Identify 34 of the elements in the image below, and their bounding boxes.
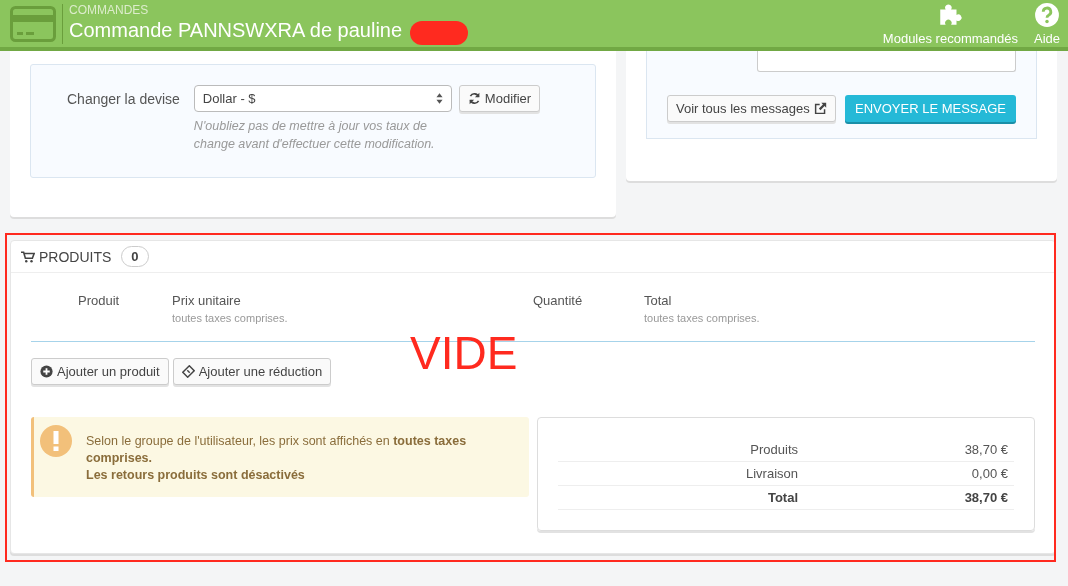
modify-button[interactable]: Modifier — [458, 85, 541, 112]
summary-label: Livraison — [744, 466, 798, 481]
select-arrows-icon — [435, 93, 443, 104]
summary-label: Total — [766, 490, 798, 505]
column-header: Produit — [78, 293, 121, 308]
cart-icon — [21, 250, 35, 263]
section-title: PRODUITS — [39, 248, 112, 265]
credit-card-icon — [10, 5, 56, 42]
column-header: Prix unitaire — [172, 293, 242, 308]
page-title: Commande PANNSWXRA de pauline — [69, 19, 403, 42]
view-messages-button[interactable]: Voir tous les messages — [667, 95, 836, 122]
summary-label: Produits — [749, 442, 798, 457]
column-note: toutes taxes comprises. — [644, 312, 760, 324]
column-note: toutes taxes comprises. — [172, 312, 289, 324]
warning-icon — [40, 425, 72, 457]
help-text: N'oubliez pas de mettre à jour vos taux de change avant d'effectuer cette modification. — [193, 118, 436, 153]
add-product-button[interactable]: Ajouter un produit — [31, 358, 169, 385]
add-discount-button[interactable]: Ajouter une réduction — [172, 358, 332, 385]
annotation-text: VIDE — [410, 326, 518, 380]
summary-value: 38,70 € — [964, 490, 1009, 505]
message-textarea[interactable] — [757, 51, 1016, 72]
field-label: Changer la devise — [67, 90, 180, 109]
external-link-icon — [813, 102, 827, 115]
column-header: Total — [644, 293, 673, 308]
puzzle-icon — [937, 1, 964, 28]
summary-value: 0,00 € — [971, 466, 1009, 481]
summary-value: 38,70 € — [964, 442, 1009, 457]
refresh-icon — [467, 92, 481, 105]
currency-select[interactable]: Dollar - $ — [193, 85, 452, 112]
ticket-icon — [181, 365, 195, 378]
plus-circle-icon — [40, 365, 53, 378]
column-header: Quantité — [533, 293, 584, 308]
alert-text: Selon le groupe de l'utilisateur, les prix sont affichés en toutes taxes comprises. — [86, 433, 468, 467]
alert-note: Les retours produits sont désactivés — [86, 467, 306, 484]
